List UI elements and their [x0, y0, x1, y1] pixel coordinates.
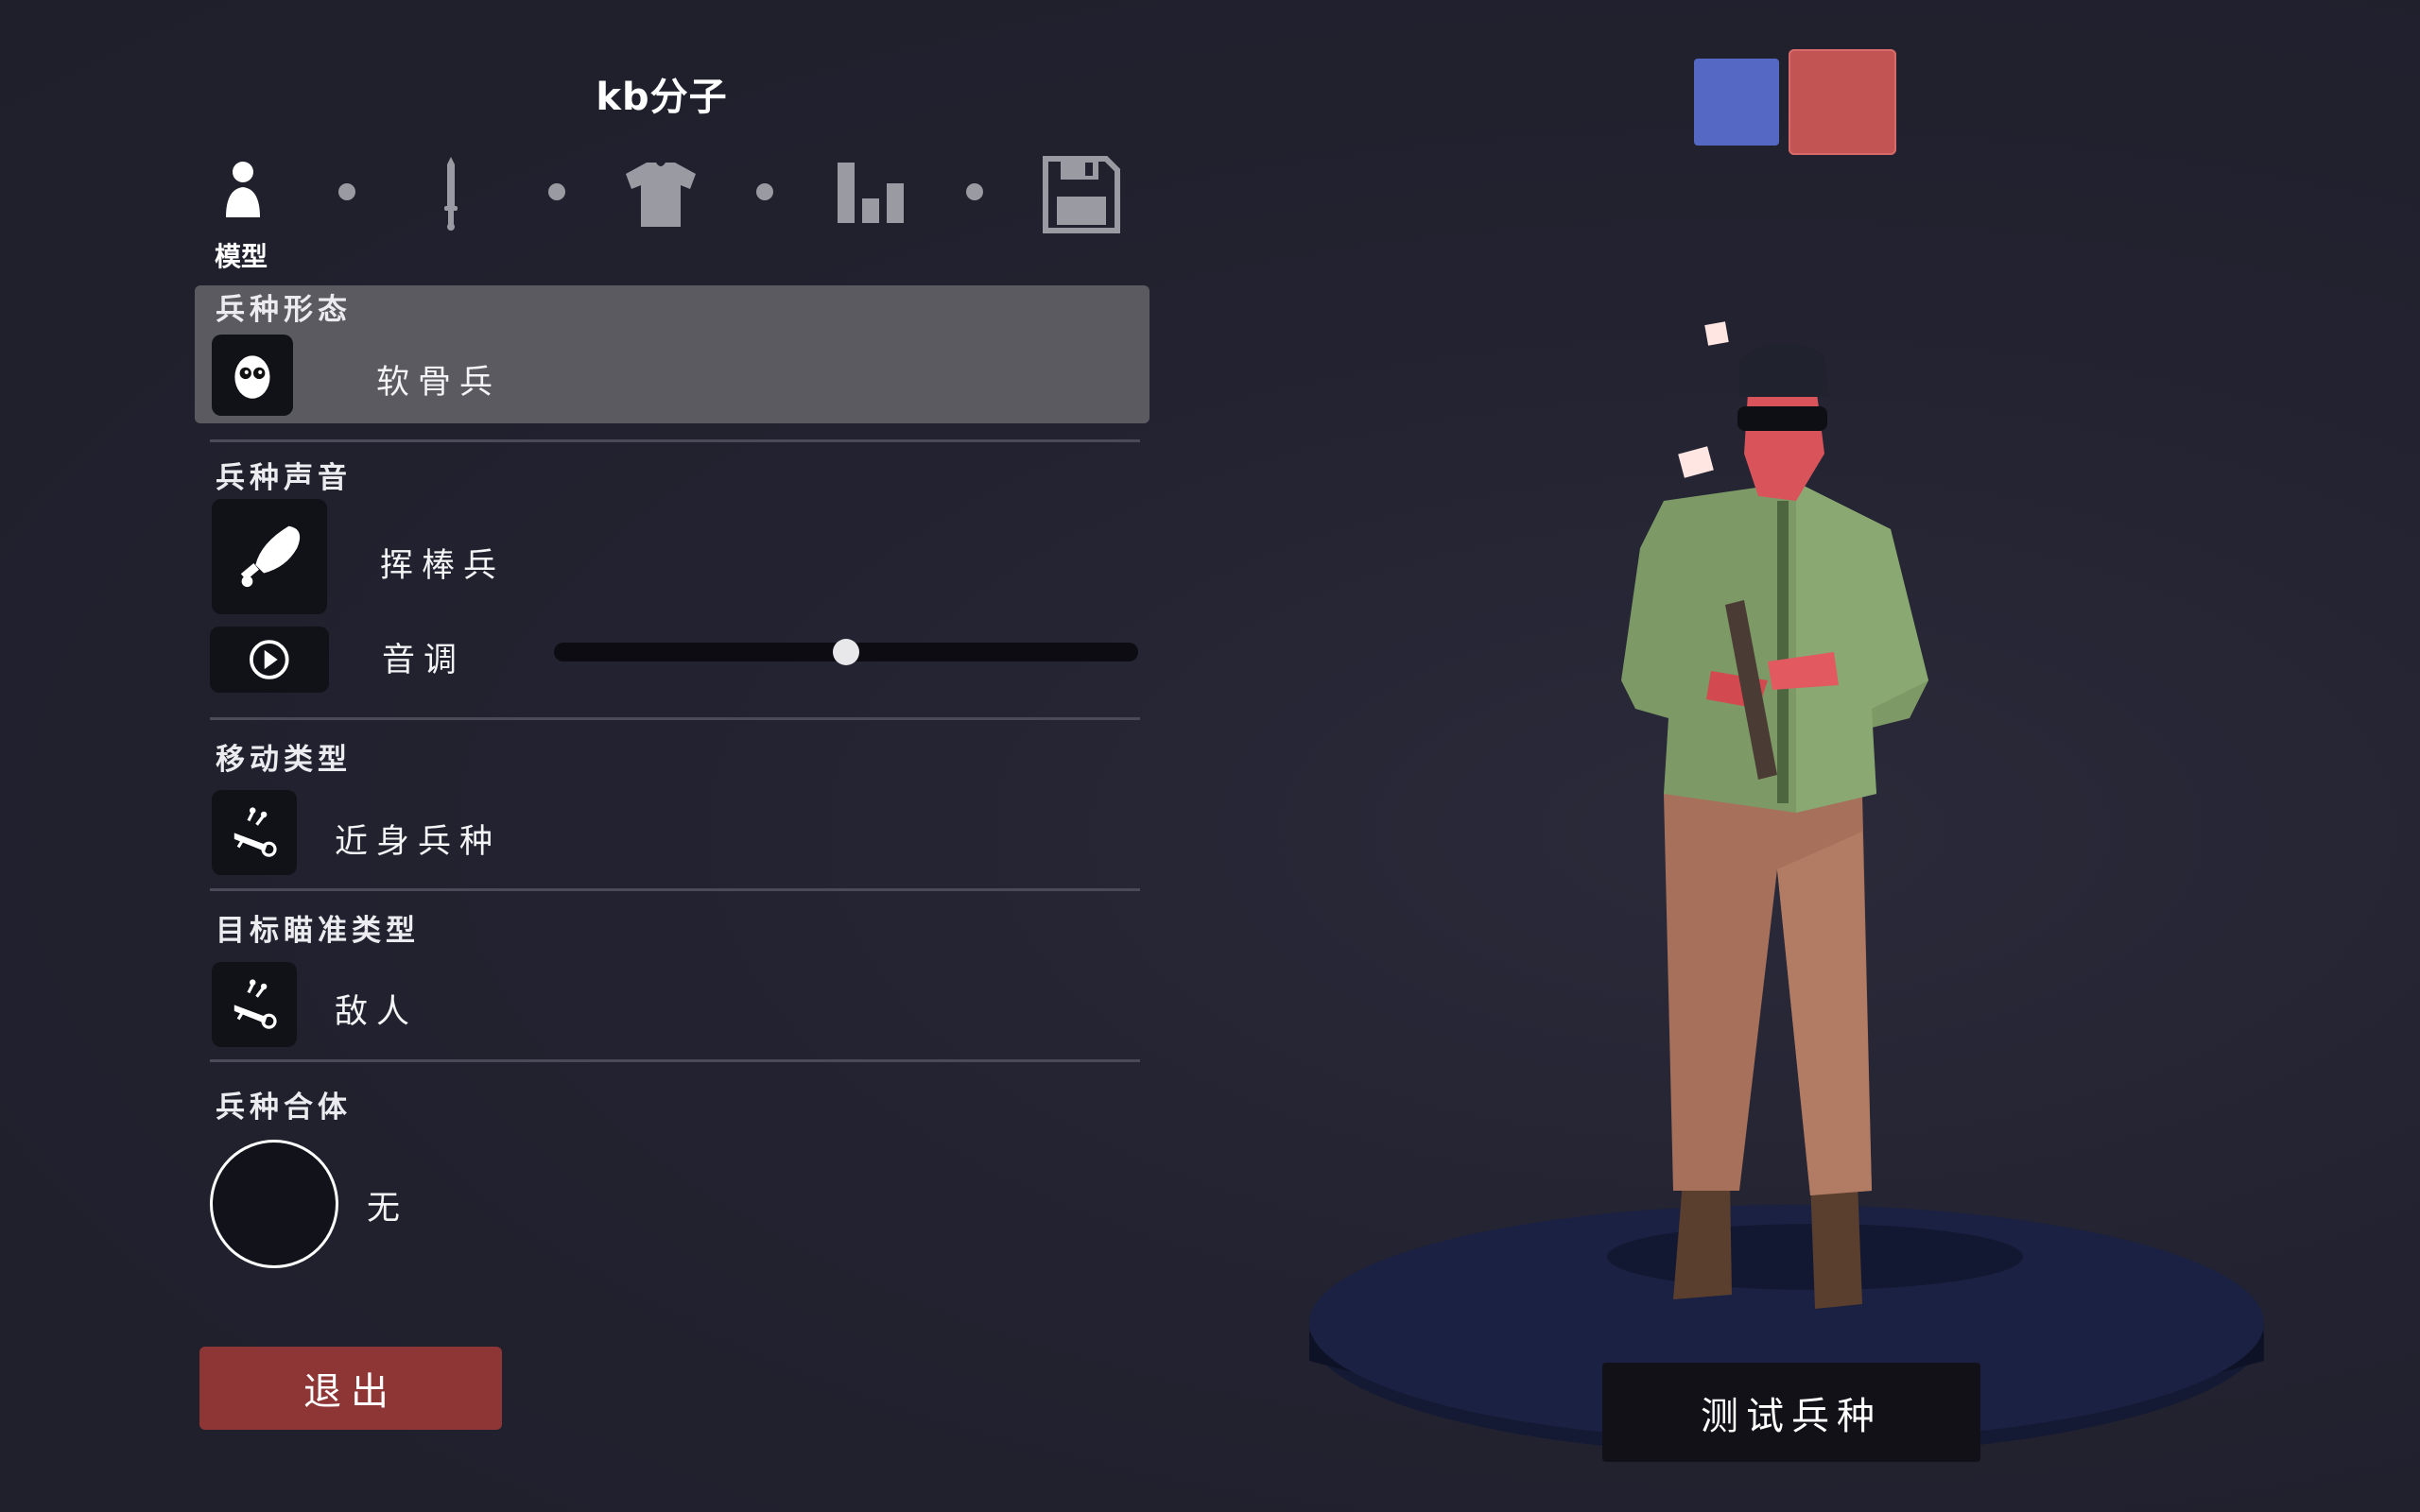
merge-slot[interactable]	[210, 1140, 338, 1268]
sword-icon[interactable]	[408, 151, 493, 236]
unit-voice-value: 挥棒兵	[380, 547, 506, 585]
stats-icon[interactable]	[828, 151, 913, 236]
step-separator	[966, 183, 983, 200]
merge-value: 无	[367, 1190, 401, 1228]
section-title-movement-type: 移动类型	[216, 743, 352, 777]
shirt-icon[interactable]	[618, 151, 703, 236]
unit-name-title[interactable]: kb分子	[284, 66, 1040, 121]
section-title-unit-voice: 兵种声音	[216, 461, 352, 495]
step-label-model: 模型	[214, 241, 268, 272]
unit-preview-scene[interactable]	[1286, 265, 2288, 1493]
test-unit-button[interactable]: 测试兵种	[1602, 1363, 1980, 1462]
play-icon[interactable]	[210, 627, 329, 693]
team-red-button[interactable]	[1789, 49, 1896, 155]
pitch-slider-handle[interactable]	[833, 639, 859, 665]
pitch-label: 音调	[382, 642, 466, 679]
divider	[210, 717, 1140, 720]
unit-form-value: 软骨兵	[376, 364, 502, 402]
step-separator	[756, 183, 773, 200]
section-title-targeting-type: 目标瞄准类型	[216, 914, 420, 948]
divider	[210, 439, 1140, 442]
save-icon[interactable]	[1038, 151, 1123, 236]
wheelbarrow-icon[interactable]	[212, 962, 297, 1047]
person-icon[interactable]	[200, 151, 285, 236]
section-title-unit-form: 兵种形态	[216, 293, 352, 327]
skull-mask-icon[interactable]	[212, 335, 293, 416]
club-icon[interactable]	[212, 499, 327, 614]
targeting-type-value: 敌人	[335, 993, 419, 1031]
movement-type-value: 近身兵种	[335, 823, 502, 861]
team-blue-button[interactable]	[1694, 59, 1779, 146]
divider	[210, 888, 1140, 891]
step-separator	[548, 183, 565, 200]
wheelbarrow-icon[interactable]	[212, 790, 297, 875]
step-separator	[338, 183, 355, 200]
divider	[210, 1059, 1140, 1062]
section-title-unit-merge: 兵种合体	[216, 1091, 352, 1125]
exit-button[interactable]: 退出	[199, 1347, 502, 1430]
